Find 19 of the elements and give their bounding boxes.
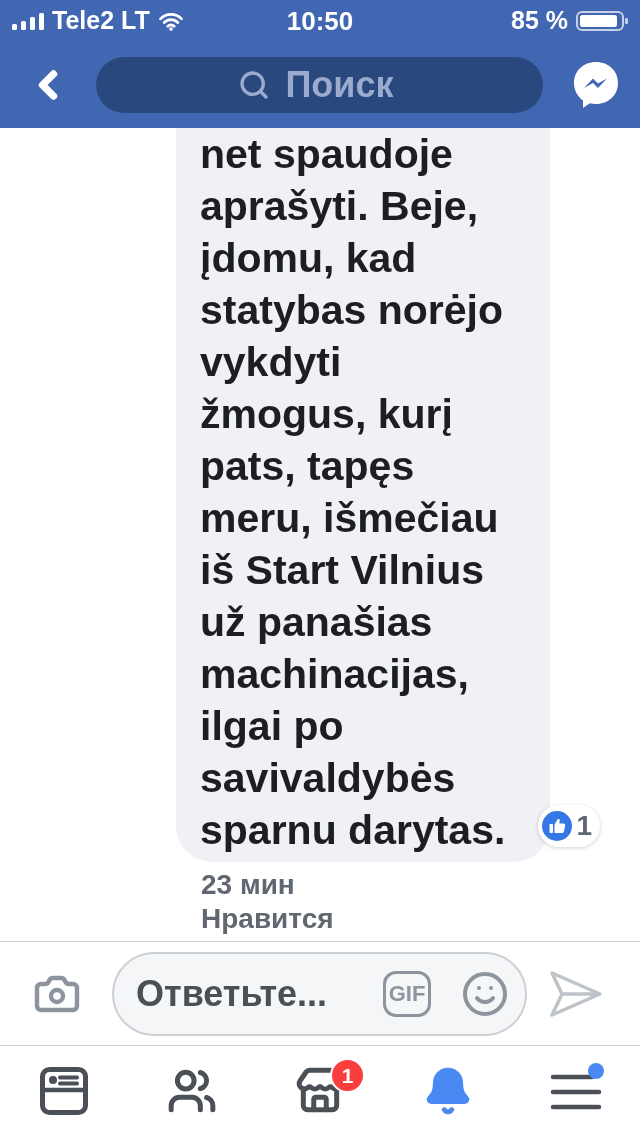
search-field[interactable]: Поиск <box>96 57 543 113</box>
signal-icon <box>12 12 44 30</box>
messenger-icon[interactable] <box>572 60 620 110</box>
thumbs-up-icon <box>542 811 573 841</box>
news-feed-icon <box>40 1067 88 1115</box>
clock-time: 10:50 <box>286 4 354 38</box>
comment-text: net spaudoje aprašyti. Beje, įdomu, kad statybas norėjo vykdyti žmogus, kurį pats, tapęs meru, išmečiau iš Start Vilnius už panašias machinacijas, ilgai po savivaldybės sparnu darytas. <box>200 130 507 855</box>
like-button[interactable]: Нравится <box>201 903 334 935</box>
reaction-badge[interactable]: 1 <box>538 805 600 847</box>
marketplace-tab[interactable]: 1 <box>256 1046 384 1136</box>
reaction-count: 1 <box>576 809 593 843</box>
wifi-icon <box>157 11 184 31</box>
emoji-icon[interactable] <box>461 969 509 1018</box>
carrier-name: Tele2 LT <box>52 5 150 37</box>
notification-badge: 1 <box>330 1058 365 1093</box>
battery-percentage: 85 % <box>511 5 568 37</box>
battery-icon <box>576 11 628 31</box>
comment-time[interactable]: 23 мин <box>201 870 295 900</box>
search-icon <box>238 69 270 101</box>
